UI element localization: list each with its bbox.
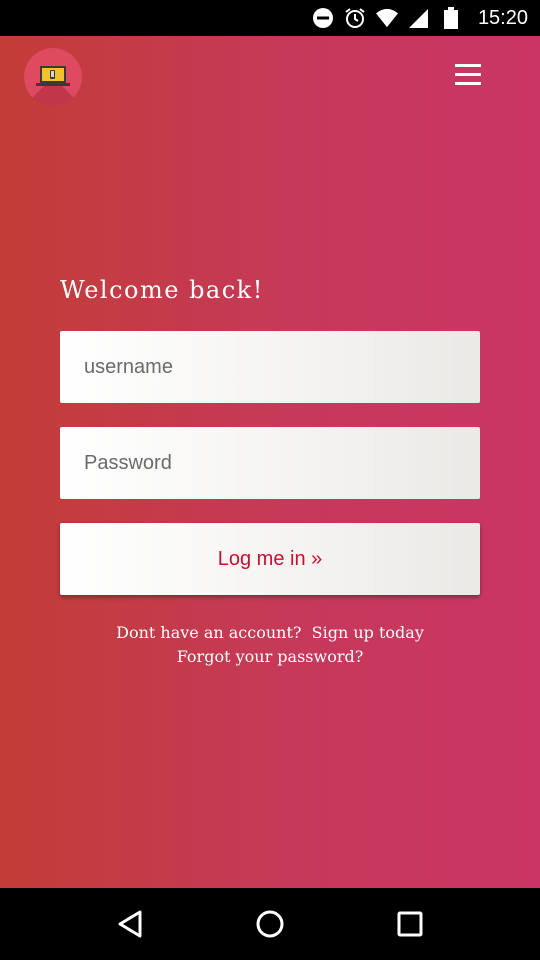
back-icon[interactable] [106,900,154,948]
forgot-row: Forgot your password? [0,645,540,669]
menu-line [455,72,481,76]
signup-link[interactable]: Sign up today [312,623,424,642]
status-bar: 15:20 [0,0,540,36]
signup-row: Dont have an account? Sign up today [0,621,540,645]
login-screen: Welcome back! Log me in » Dont have an a… [0,36,540,888]
signal-icon [408,7,430,29]
app-logo[interactable] [24,48,82,106]
do-not-disturb-icon [312,7,334,29]
alarm-icon [344,7,366,29]
forgot-password-link[interactable]: Forgot your password? [177,647,364,666]
account-links: Dont have an account? Sign up today Forg… [0,621,540,669]
hamburger-menu-icon[interactable] [452,58,484,90]
home-icon[interactable] [246,900,294,948]
login-button[interactable]: Log me in » [60,523,480,595]
welcome-heading: Welcome back! [60,276,264,304]
password-input[interactable] [60,427,480,499]
battery-icon [440,7,462,29]
username-input[interactable] [60,331,480,403]
navigation-bar [0,888,540,960]
recents-icon[interactable] [386,900,434,948]
status-clock: 15:20 [477,6,528,29]
menu-line [455,81,481,85]
no-account-text: Dont have an account? [116,623,302,642]
menu-line [455,63,481,67]
laptop-icon [36,66,70,86]
wifi-icon [375,7,398,29]
